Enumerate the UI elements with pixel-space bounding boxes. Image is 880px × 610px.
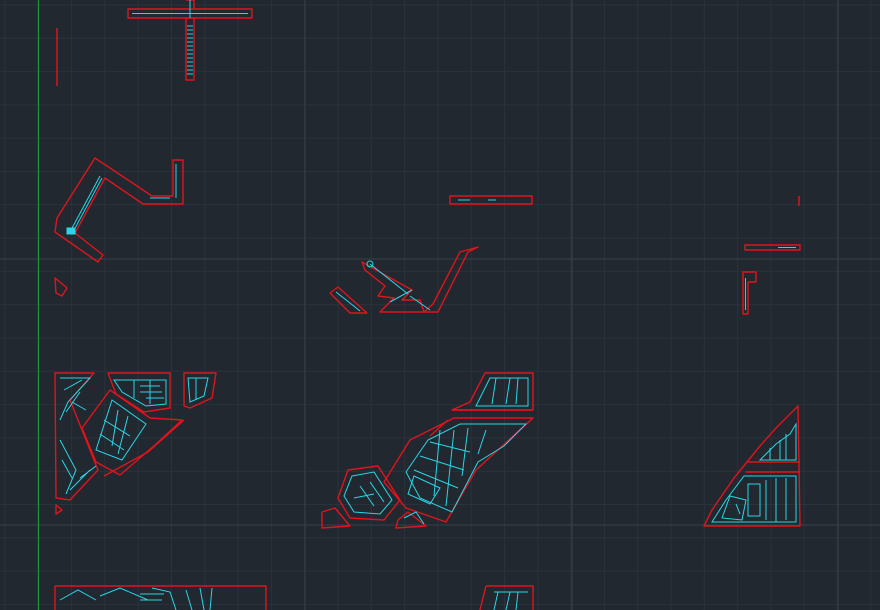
parcel-lines [711,475,797,523]
diagonal-piece-detail [335,291,361,312]
block-mid-main [383,417,534,523]
parcel-lines [59,587,213,610]
zigzag-marker [66,227,76,235]
block-left-d [81,389,183,476]
junction-detail [409,295,431,311]
cad-drawing[interactable] [0,0,880,610]
parcel-lines [343,471,393,515]
zigzag-outline [54,157,184,263]
junction-outline-mid [361,246,479,313]
diagonal-piece-outline [329,286,368,314]
parcel-lines [353,481,385,507]
l-piece-outline [742,271,757,315]
block-right-street [746,461,800,473]
block-mid-lower [337,465,401,521]
parcel-lines [405,423,528,513]
zigzag-detail [70,175,101,231]
small-triangle-outline [54,277,68,297]
parcel-lines [99,409,131,455]
parcel-lines [758,422,797,461]
block-bottom-mid-outline [486,585,534,610]
parcel-lines [187,377,209,403]
parcel-lines [493,591,528,610]
parcel-lines [491,377,519,405]
parcel-lines [133,380,164,404]
t-stem-outline [185,17,195,81]
parcel-lines [747,478,787,522]
block-bottom-mid-edge [479,585,487,610]
cad-model-space-viewport[interactable] [0,0,880,610]
parcel-lines [113,379,167,407]
block-mid-top [451,372,534,411]
parcel-lines [721,495,747,521]
parcel-lines [475,377,529,407]
block-left-e [55,504,63,515]
